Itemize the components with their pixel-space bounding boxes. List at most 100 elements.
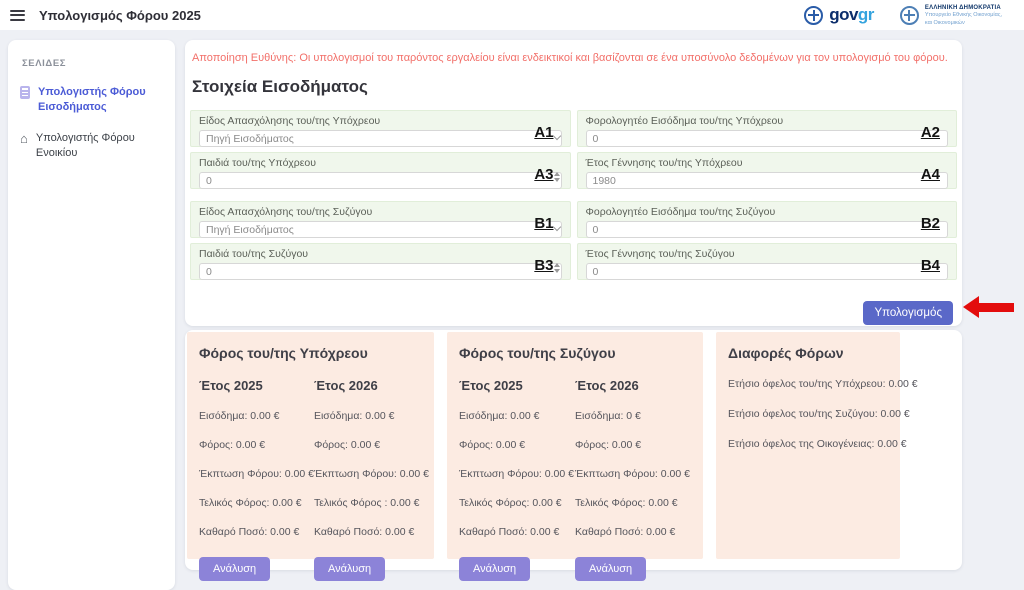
analysis-button[interactable]: Ανάλυση xyxy=(575,557,646,581)
net-amount-value: Καθαρό Ποσό: 0.00 € xyxy=(459,526,575,538)
spouse-year-2025-column: Έτος 2025 Εισόδημα: 0.00 € Φόρος: 0.00 €… xyxy=(459,378,575,581)
annual-benefit-spouse: Ετήσιο όφελος του/της Συζύγου: 0.00 € xyxy=(728,408,888,420)
field-label: Έτος Γέννησης του/της Συζύγου xyxy=(586,248,949,260)
net-amount-value: Καθαρό Ποσό: 0.00 € xyxy=(314,526,429,538)
field-label: Παιδιά του/της Υπόχρεου xyxy=(199,157,562,169)
tax-value: Φόρος: 0.00 € xyxy=(199,439,314,451)
field-tag-b2: B2 xyxy=(921,215,940,232)
year-heading: Έτος 2026 xyxy=(575,378,691,393)
children-spouse-input[interactable]: 0 xyxy=(199,263,562,280)
year-heading: Έτος 2026 xyxy=(314,378,429,393)
header-logos: govgr ΕΛΛΗΝΙΚΗ ΔΗΜΟΚΡΑΤΙΑ Υπουργείο Εθνι… xyxy=(804,0,1002,30)
employment-type-spouse-select[interactable]: Πηγή Εισοδήματος xyxy=(199,221,562,238)
ministry-subtitle-2: και Οικονομικών xyxy=(925,20,1002,26)
field-label: Φορολογητέο Εισόδημα του/της Συζύγου xyxy=(586,206,949,218)
panel-title: Φόρος του/της Συζύγου xyxy=(459,345,691,361)
field-tag-b1: B1 xyxy=(534,215,553,232)
tax-credit-value: Έκπτωση Φόρου: 0.00 € xyxy=(575,468,691,480)
field-taxable-income-obligor: Φορολογητέο Εισόδημα του/της Υπόχρεου 0 … xyxy=(577,110,958,147)
year-heading: Έτος 2025 xyxy=(199,378,314,393)
annual-benefit-family: Ετήσιο όφελος της Οικογένειας: 0.00 € xyxy=(728,438,888,450)
field-tag-b4: B4 xyxy=(921,257,940,274)
tax-credit-value: Έκπτωση Φόρου: 0.00 € xyxy=(459,468,575,480)
calculate-button[interactable]: Υπολογισμός xyxy=(863,301,953,325)
panel-title: Φόρος του/της Υπόχρεου xyxy=(199,345,422,361)
tax-value: Φόρος: 0.00 € xyxy=(459,439,575,451)
tax-value: Φόρος: 0.00 € xyxy=(575,439,691,451)
govgr-emblem-icon xyxy=(804,6,823,25)
ministry-subtitle-1: Υπουργείο Εθνικής Οικονομίας, xyxy=(925,12,1002,18)
field-tag-a3: A3 xyxy=(534,166,553,183)
taxable-income-obligor-input[interactable]: 0 xyxy=(586,130,949,147)
field-tag-a4: A4 xyxy=(921,166,940,183)
field-label: Είδος Απασχόλησης του/της Συζύγου xyxy=(199,206,562,218)
field-birth-year-obligor: Έτος Γέννησης του/της Υπόχρεου 1980 A4 xyxy=(577,152,958,189)
number-stepper-icons[interactable] xyxy=(554,263,560,273)
panel-spouse-tax: Φόρος του/της Συζύγου Έτος 2025 Εισόδημα… xyxy=(447,332,703,559)
field-birth-year-spouse: Έτος Γέννησης του/της Συζύγου 0 B4 xyxy=(577,243,958,280)
obligor-year-2026-column: Έτος 2026 Εισόδημα: 0.00 € Φόρος: 0.00 €… xyxy=(314,378,429,581)
income-value: Εισόδημα: 0.00 € xyxy=(199,410,314,422)
income-value: Εισόδημα: 0.00 € xyxy=(314,410,429,422)
income-value: Εισόδημα: 0 € xyxy=(575,410,691,422)
field-label: Έτος Γέννησης του/της Υπόχρεου xyxy=(586,157,949,169)
analysis-button[interactable]: Ανάλυση xyxy=(314,557,385,581)
disclaimer-text: Αποποίηση Ευθύνης: Οι υπολογισμοί του πα… xyxy=(192,52,957,64)
annual-benefit-obligor: Ετήσιο όφελος του/της Υπόχρεου: 0.00 € xyxy=(728,378,888,390)
final-tax-value: Τελικός Φόρος: 0.00 € xyxy=(575,497,691,509)
year-heading: Έτος 2025 xyxy=(459,378,575,393)
results-card: Φόρος του/της Υπόχρεου Έτος 2025 Εισόδημ… xyxy=(185,330,962,570)
calculator-icon xyxy=(20,86,30,99)
net-amount-value: Καθαρό Ποσό: 0.00 € xyxy=(575,526,691,538)
ministry-name: ΕΛΛΗΝΙΚΗ ΔΗΜΟΚΡΑΤΙΑ xyxy=(925,5,1002,11)
tax-credit-value: Έκπτωση Φόρου: 0.00 € xyxy=(314,468,429,480)
panel-tax-differences: Διαφορές Φόρων Ετήσιο όφελος του/της Υπό… xyxy=(716,332,900,559)
birth-year-spouse-input[interactable]: 0 xyxy=(586,263,949,280)
field-tag-a1: A1 xyxy=(534,124,553,141)
income-value: Εισόδημα: 0.00 € xyxy=(459,410,575,422)
panel-obligor-tax: Φόρος του/της Υπόχρεου Έτος 2025 Εισόδημ… xyxy=(187,332,434,559)
page-title: Υπολογισμός Φόρου 2025 xyxy=(39,8,201,23)
field-children-spouse: Παιδιά του/της Συζύγου 0 B3 xyxy=(190,243,571,280)
employment-type-obligor-select[interactable]: Πηγή Εισοδήματος xyxy=(199,130,562,147)
field-tag-a2: A2 xyxy=(921,124,940,141)
sidebar-item-label: Υπολογιστής Φόρου Ενοικίου xyxy=(36,131,163,161)
taxable-income-spouse-input[interactable]: 0 xyxy=(586,221,949,238)
tax-credit-value: Έκπτωση Φόρου: 0.00 € xyxy=(199,468,314,480)
field-label: Παιδιά του/της Συζύγου xyxy=(199,248,562,260)
hamburger-menu-icon[interactable] xyxy=(10,10,25,21)
form-grid-obligor: Είδος Απασχόλησης του/της Υπόχρεου Πηγή … xyxy=(190,110,957,189)
field-employment-type-obligor: Είδος Απασχόλησης του/της Υπόχρεου Πηγή … xyxy=(190,110,571,147)
spouse-year-2026-column: Έτος 2026 Εισόδημα: 0 € Φόρος: 0.00 € Έκ… xyxy=(575,378,691,581)
children-obligor-input[interactable]: 0 xyxy=(199,172,562,189)
submit-row: Υπολογισμός xyxy=(190,301,957,325)
birth-year-obligor-input[interactable]: 1980 xyxy=(586,172,949,189)
field-children-obligor: Παιδιά του/της Υπόχρεου 0 A3 xyxy=(190,152,571,189)
top-header: Υπολογισμός Φόρου 2025 govgr ΕΛΛΗΝΙΚΗ ΔΗ… xyxy=(0,0,1024,30)
field-employment-type-spouse: Είδος Απασχόλησης του/της Συζύγου Πηγή Ε… xyxy=(190,201,571,238)
number-stepper-icons[interactable] xyxy=(554,172,560,182)
sidebar-item-rent-tax-calculator[interactable]: ⌂ Υπολογιστής Φόρου Ενοικίου xyxy=(20,131,163,161)
analysis-button[interactable]: Ανάλυση xyxy=(199,557,270,581)
govgr-logo: govgr xyxy=(804,5,874,25)
field-label: Είδος Απασχόλησης του/της Υπόχρεου xyxy=(199,115,562,127)
panel-title: Διαφορές Φόρων xyxy=(728,345,888,361)
net-amount-value: Καθαρό Ποσό: 0.00 € xyxy=(199,526,314,538)
sidebar-item-label: Υπολογιστής Φόρου Εισοδήματος xyxy=(38,85,163,115)
govgr-wordmark: govgr xyxy=(829,5,874,25)
final-tax-value: Τελικός Φόρος: 0.00 € xyxy=(199,497,314,509)
form-grid-spouse: Είδος Απασχόλησης του/της Συζύγου Πηγή Ε… xyxy=(190,201,957,280)
analysis-button[interactable]: Ανάλυση xyxy=(459,557,530,581)
obligor-year-2025-column: Έτος 2025 Εισόδημα: 0.00 € Φόρος: 0.00 €… xyxy=(199,378,314,581)
field-label: Φορολογητέο Εισόδημα του/της Υπόχρεου xyxy=(586,115,949,127)
home-icon: ⌂ xyxy=(20,132,28,145)
income-form-card: Αποποίηση Ευθύνης: Οι υπολογισμοί του πα… xyxy=(185,40,962,326)
sidebar-item-income-tax-calculator[interactable]: Υπολογιστής Φόρου Εισοδήματος xyxy=(20,85,163,115)
final-tax-value: Τελικός Φόρος: 0.00 € xyxy=(459,497,575,509)
arrow-annotation-icon xyxy=(963,296,1014,319)
ministry-emblem-icon xyxy=(900,6,919,25)
field-tag-b3: B3 xyxy=(534,257,553,274)
sidebar: ΣΕΛΙΔΕΣ Υπολογιστής Φόρου Εισοδήματος ⌂ … xyxy=(8,40,175,590)
field-taxable-income-spouse: Φορολογητέο Εισόδημα του/της Συζύγου 0 B… xyxy=(577,201,958,238)
ministry-logo: ΕΛΛΗΝΙΚΗ ΔΗΜΟΚΡΑΤΙΑ Υπουργείο Εθνικής Οι… xyxy=(900,5,1002,26)
